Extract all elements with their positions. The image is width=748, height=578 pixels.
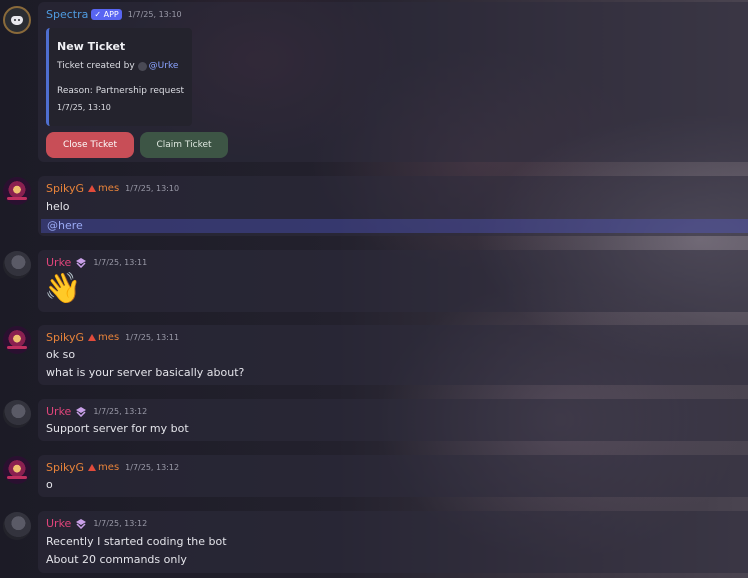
discord-icon — [11, 15, 23, 25]
username[interactable]: Urke — [46, 405, 71, 418]
username[interactable]: Urke — [46, 517, 71, 530]
close-ticket-button[interactable]: Close Ticket — [46, 132, 134, 158]
guild-tag-label: mes — [98, 183, 120, 194]
here-mention[interactable]: @here — [47, 219, 83, 233]
guild-tag[interactable]: mes — [88, 462, 119, 473]
avatar-spectra[interactable] — [3, 6, 31, 34]
message-spectra-ticket: Spectra ✓ APP 1/7/25, 13:10 New Ticket T… — [38, 2, 748, 162]
timestamp: 1/7/25, 13:12 — [93, 519, 148, 528]
message-text: About 20 commands only — [46, 553, 187, 566]
username[interactable]: Spectra — [46, 8, 88, 21]
username[interactable]: SpikyG — [46, 461, 84, 474]
message-text: o — [46, 478, 53, 491]
username[interactable]: SpikyG — [46, 182, 84, 195]
clan-badge-icon — [76, 258, 87, 268]
message-urke-3: Urke 1/7/25, 13:12 Recently I started co… — [38, 511, 748, 573]
timestamp: 1/7/25, 13:11 — [125, 333, 180, 342]
message-text: ok so — [46, 348, 76, 361]
embed-timestamp: 1/7/25, 13:10 — [57, 103, 111, 112]
message-spikyg-3: SpikyG mes 1/7/25, 13:12 o — [38, 455, 748, 497]
message-urke-1: Urke 1/7/25, 13:11 👋 — [38, 250, 748, 312]
claim-ticket-button[interactable]: Claim Ticket — [140, 132, 228, 158]
message-header: Urke 1/7/25, 13:11 — [46, 256, 147, 269]
timestamp: 1/7/25, 13:12 — [125, 463, 180, 472]
avatar-urke[interactable] — [3, 251, 31, 279]
embed-title: New Ticket — [57, 40, 126, 53]
ticket-embed: New Ticket Ticket created by @Urke Reaso… — [46, 28, 192, 126]
avatar-urke[interactable] — [3, 400, 31, 428]
avatar-spikyg[interactable] — [3, 326, 31, 354]
guild-tag-label: mes — [98, 462, 120, 473]
message-header: SpikyG mes 1/7/25, 13:10 — [46, 182, 179, 195]
message-header: SpikyG mes 1/7/25, 13:12 — [46, 461, 179, 474]
guild-tag-label: mes — [98, 332, 120, 343]
triangle-icon — [88, 185, 97, 192]
message-text: what is your server basically about? — [46, 366, 245, 379]
message-header: SpikyG mes 1/7/25, 13:11 — [46, 331, 179, 344]
message-text: Support server for my bot — [46, 422, 189, 435]
message-header: Urke 1/7/25, 13:12 — [46, 405, 147, 418]
guild-tag[interactable]: mes — [88, 332, 119, 343]
waving-hand-emoji: 👋 — [44, 271, 82, 306]
timestamp: 1/7/25, 13:10 — [125, 184, 180, 193]
guild-tag[interactable]: mes — [88, 183, 119, 194]
app-badge: ✓ APP — [91, 9, 122, 20]
embed-created-by: Ticket created by @Urke — [57, 61, 178, 71]
user-mention[interactable]: @Urke — [137, 61, 179, 71]
username[interactable]: SpikyG — [46, 331, 84, 344]
clan-badge-icon — [76, 407, 87, 417]
username[interactable]: Urke — [46, 256, 71, 269]
user-mention-text: @Urke — [148, 61, 179, 71]
message-text: Recently I started coding the bot — [46, 535, 227, 548]
timestamp: 1/7/25, 13:10 — [127, 10, 182, 19]
message-header: Spectra ✓ APP 1/7/25, 13:10 — [46, 8, 182, 21]
triangle-icon — [88, 334, 97, 341]
mini-avatar — [137, 61, 147, 71]
triangle-icon — [88, 464, 97, 471]
message-spikyg-1: SpikyG mes 1/7/25, 13:10 helo @here — [38, 176, 748, 236]
avatar-urke[interactable] — [3, 512, 31, 540]
message-text: helo — [46, 200, 70, 213]
message-urke-2: Urke 1/7/25, 13:12 Support server for my… — [38, 399, 748, 441]
embed-created-by-label: Ticket created by — [57, 61, 135, 71]
message-header: Urke 1/7/25, 13:12 — [46, 517, 147, 530]
timestamp: 1/7/25, 13:11 — [93, 258, 148, 267]
message-spikyg-2: SpikyG mes 1/7/25, 13:11 ok so what is y… — [38, 325, 748, 385]
timestamp: 1/7/25, 13:12 — [93, 407, 148, 416]
clan-badge-icon — [76, 519, 87, 529]
avatar-spikyg[interactable] — [3, 456, 31, 484]
avatar-spikyg[interactable] — [3, 177, 31, 205]
mention-highlight: @here — [41, 219, 748, 233]
embed-reason: Reason: Partnership request — [57, 86, 185, 96]
